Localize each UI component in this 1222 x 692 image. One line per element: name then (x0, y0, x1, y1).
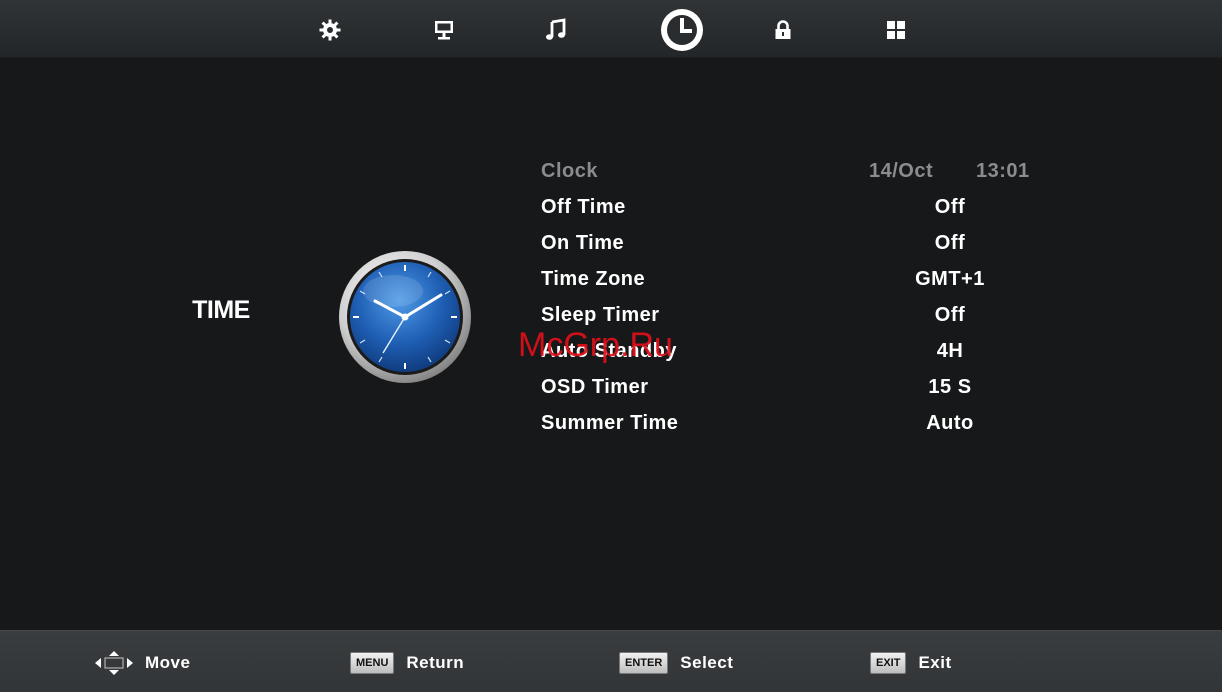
tab-time[interactable] (659, 7, 705, 53)
menu-value: GMT+1 (915, 268, 985, 290)
menu-label: OSD Timer (541, 376, 649, 398)
menu-row-time-zone[interactable]: Time Zone GMT+1 (530, 263, 1050, 297)
watermark: McGrp.Ru (518, 326, 673, 364)
menu-key: MENU (350, 652, 395, 674)
hint-exit-label: Exit (918, 653, 952, 672)
analog-clock-icon (339, 251, 471, 383)
clock-date: 14/Oct (869, 160, 934, 182)
music-note-icon (546, 18, 566, 40)
tab-display[interactable] (422, 9, 466, 51)
menu-label-clock: Clock (541, 160, 598, 182)
menu-label: Summer Time (541, 412, 679, 434)
menu-label: Sleep Timer (541, 304, 660, 326)
menu-row-clock: Clock 14/Oct 13:01 (530, 155, 1050, 189)
hint-move-label: Move (145, 653, 191, 672)
hint-select: ENTER Select (619, 651, 733, 675)
lock-icon (775, 20, 791, 39)
top-menu-bar (0, 0, 1222, 58)
menu-value: Off (934, 232, 966, 254)
hint-return: MENU Return (350, 651, 464, 675)
enter-key: ENTER (619, 652, 669, 674)
menu-value: Off (934, 196, 966, 218)
menu-row-on-time[interactable]: On Time Off (530, 227, 1050, 261)
hint-return-label: Return (406, 653, 465, 672)
hint-exit: EXIT Exit (870, 651, 952, 675)
arrows-icon (95, 651, 133, 675)
hint-select-label: Select (680, 653, 734, 672)
menu-value: Auto (926, 412, 974, 434)
tab-picture-settings[interactable] (308, 9, 352, 51)
tab-sound[interactable] (534, 9, 578, 51)
menu-label: On Time (541, 232, 625, 254)
menu-row-osd-timer[interactable]: OSD Timer 15 S (530, 371, 1050, 405)
grid-icon (887, 21, 905, 39)
menu-value: 4H (936, 340, 964, 362)
tab-lock[interactable] (761, 9, 805, 51)
clock-time: 13:01 (976, 160, 1030, 182)
clock-icon (661, 9, 703, 51)
menu-label: Off Time (541, 196, 626, 218)
menu-label: Time Zone (541, 268, 646, 290)
menu-value: 15 S (928, 376, 972, 398)
hint-move: Move (95, 651, 190, 675)
menu-row-off-time[interactable]: Off Time Off (530, 191, 1050, 225)
exit-key: EXIT (870, 652, 907, 674)
gear-icon (319, 19, 341, 41)
menu-value: Off (934, 304, 966, 326)
bottom-hint-bar: Move MENU Return ENTER Select EXIT Exit (0, 630, 1222, 692)
tab-setup[interactable] (874, 9, 918, 51)
monitor-icon (435, 21, 453, 40)
section-title: TIME (192, 296, 250, 324)
menu-row-summer-time[interactable]: Summer Time Auto (530, 407, 1050, 441)
